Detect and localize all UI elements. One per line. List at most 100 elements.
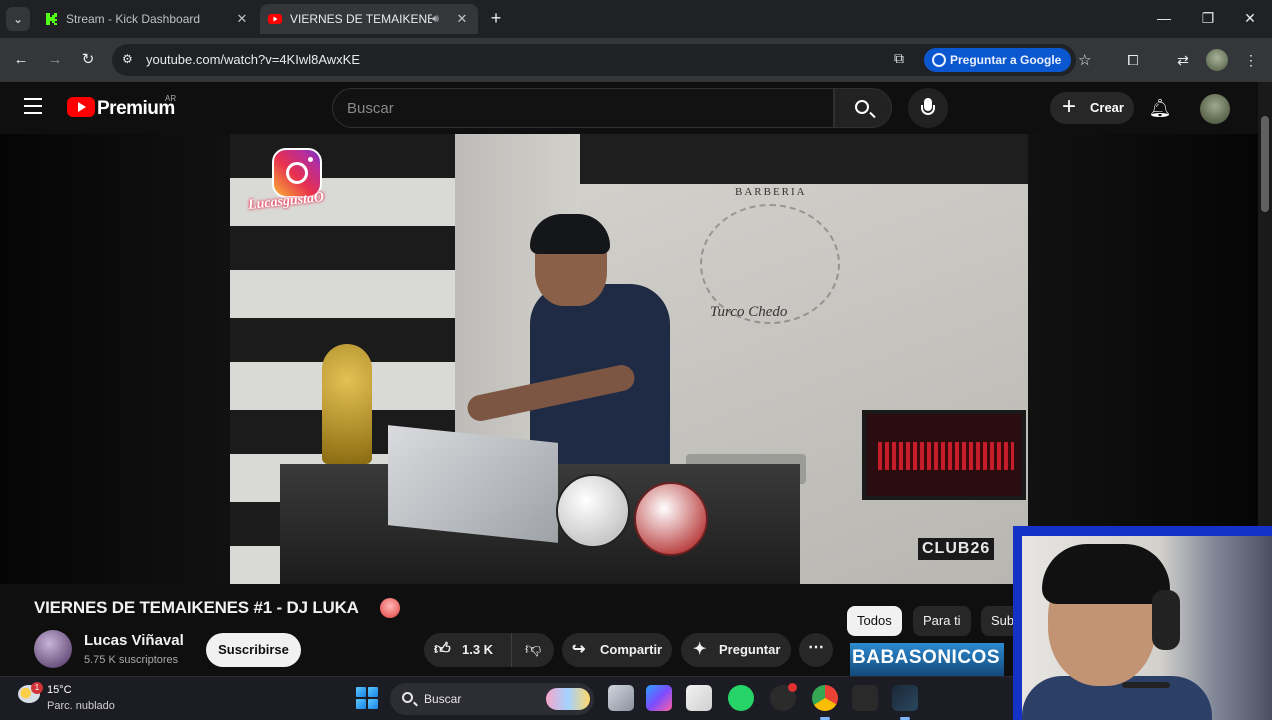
chrome-icon[interactable] bbox=[812, 685, 838, 720]
dislike-button[interactable]: 👎︎ bbox=[512, 633, 554, 667]
recommended-video-thumbnail[interactable]: BABASONICOS bbox=[850, 643, 1004, 676]
notifications-bell-icon[interactable]: 🔔︎ bbox=[1148, 96, 1172, 120]
sparkle-icon: ✦ bbox=[693, 641, 707, 658]
settings-gear-icon[interactable] bbox=[770, 683, 797, 711]
emoji-icon bbox=[380, 598, 400, 618]
region-code: AR bbox=[165, 94, 177, 103]
search-input[interactable] bbox=[347, 98, 817, 118]
close-tab-icon[interactable]: ✕ bbox=[234, 11, 250, 27]
extensions-icon[interactable]: ⧠ bbox=[1122, 49, 1144, 71]
youtube-header: Premium AR + Crear 🔔︎ bbox=[0, 82, 1258, 134]
weather-temperature[interactable]: 15°C bbox=[47, 684, 72, 696]
subscribe-button[interactable]: Suscribirse bbox=[206, 633, 301, 667]
back-button[interactable]: ← bbox=[10, 49, 32, 71]
bookmark-star-icon[interactable]: ☆ bbox=[1078, 51, 1091, 69]
create-button[interactable]: + Crear bbox=[1050, 92, 1134, 124]
wall-sign-text: BARBERIA bbox=[735, 186, 807, 198]
thumbnail-text: BABASONICOS bbox=[852, 647, 1001, 668]
more-actions-button[interactable]: ⋯ bbox=[799, 633, 833, 667]
install-app-icon[interactable]: ⧉ bbox=[894, 50, 904, 67]
ask-button[interactable]: ✦ Preguntar bbox=[681, 633, 791, 667]
task-view-icon[interactable] bbox=[608, 685, 634, 711]
close-tab-icon[interactable]: ✕ bbox=[454, 11, 470, 27]
windows-start-icon[interactable] bbox=[356, 687, 378, 709]
share-label: Compartir bbox=[600, 642, 663, 657]
thumbs-up-icon: 👍︎ bbox=[434, 641, 451, 658]
tab-kick-dashboard[interactable]: Stream - Kick Dashboard ✕ bbox=[36, 4, 258, 34]
like-button[interactable]: 👍︎ 1.3 K bbox=[424, 633, 512, 667]
url-text[interactable]: youtube.com/watch?v=4KIwl8AwxKE bbox=[146, 52, 360, 67]
voice-search-button[interactable] bbox=[908, 88, 948, 128]
recommendation-filters: Todos Para ti Sub bbox=[847, 606, 1015, 636]
browser-menu-icon[interactable]: ⋮ bbox=[1240, 49, 1262, 71]
scrollbar-thumb[interactable] bbox=[1261, 116, 1269, 212]
taskbar-search-label: Buscar bbox=[424, 692, 462, 706]
like-count: 1.3 K bbox=[462, 642, 494, 657]
video-frame[interactable]: BARBERIA Turco Chedo LucasgustaO CLUB26 bbox=[230, 134, 1028, 584]
tab-youtube-video[interactable]: VIERNES DE TEMAIKENES # 🔊︎ ✕ bbox=[260, 4, 478, 34]
video-title: VIERNES DE TEMAIKENES #1 - DJ LUKA bbox=[34, 598, 359, 617]
site-settings-icon[interactable]: ⚙︎ bbox=[122, 52, 138, 68]
plus-icon: + bbox=[1062, 93, 1077, 120]
steam-icon[interactable] bbox=[892, 685, 918, 720]
channel-avatar[interactable] bbox=[34, 630, 72, 668]
screen: ⌄ Stream - Kick Dashboard ✕ VIERNES DE T… bbox=[0, 0, 1272, 720]
speaker-icon[interactable]: 🔊︎ bbox=[432, 13, 448, 26]
weather-description[interactable]: Parc. nublado bbox=[47, 700, 115, 712]
search-box bbox=[332, 88, 834, 128]
ceiling-band bbox=[580, 134, 1028, 184]
snipping-tool-icon[interactable] bbox=[686, 685, 712, 711]
laptop bbox=[388, 425, 558, 543]
ask-google-button[interactable]: Preguntar a Google bbox=[924, 48, 1072, 72]
create-label: Crear bbox=[1090, 100, 1124, 115]
youtube-brand[interactable]: Premium bbox=[97, 98, 175, 120]
forward-button[interactable]: → bbox=[44, 49, 66, 71]
epic-games-icon[interactable] bbox=[852, 685, 878, 711]
tab-title: VIERNES DE TEMAIKENES # bbox=[290, 12, 432, 26]
account-avatar[interactable] bbox=[1200, 94, 1230, 124]
profile-avatar[interactable] bbox=[1206, 49, 1228, 71]
weather-badge: 1 bbox=[31, 682, 43, 694]
translate-icon[interactable]: ⇄ bbox=[1172, 49, 1194, 71]
tab-search-button[interactable]: ⌄ bbox=[6, 7, 30, 31]
search-icon bbox=[402, 692, 413, 703]
browser-tab-strip: ⌄ Stream - Kick Dashboard ✕ VIERNES DE T… bbox=[0, 0, 1272, 38]
chip-all[interactable]: Todos bbox=[847, 606, 902, 636]
close-window-button[interactable]: ✕ bbox=[1238, 8, 1262, 28]
minimize-button[interactable]: — bbox=[1152, 8, 1176, 28]
webcam-overlay bbox=[1013, 526, 1272, 720]
led-sign bbox=[862, 410, 1026, 500]
kick-icon bbox=[44, 12, 58, 26]
share-button[interactable]: ↪ Compartir bbox=[562, 633, 672, 667]
youtube-logo-icon[interactable] bbox=[67, 97, 95, 117]
chip-for-you[interactable]: Para ti bbox=[913, 606, 971, 636]
youtube-icon bbox=[268, 14, 282, 24]
address-bar[interactable]: ⚙︎ youtube.com/watch?v=4KIwl8AwxKE ⧉ Pre… bbox=[112, 44, 1091, 76]
search-button[interactable] bbox=[834, 88, 892, 128]
reload-button[interactable]: ↻ bbox=[77, 49, 99, 71]
video-player[interactable]: BARBERIA Turco Chedo LucasgustaO CLUB26 bbox=[0, 134, 1258, 584]
share-arrow-icon: ↪ bbox=[572, 641, 586, 658]
google-lens-icon bbox=[932, 53, 946, 67]
ask-label: Preguntar bbox=[719, 642, 781, 657]
subscriber-count: 5.75 K suscriptores bbox=[84, 654, 179, 666]
copilot-icon[interactable] bbox=[646, 685, 672, 711]
menu-icon[interactable] bbox=[24, 98, 42, 114]
tab-title: Stream - Kick Dashboard bbox=[66, 12, 201, 26]
browser-toolbar: ← → ↻ ⚙︎ youtube.com/watch?v=4KIwl8AwxKE… bbox=[0, 38, 1272, 82]
chip-subscriptions[interactable]: Sub bbox=[981, 606, 1015, 636]
channel-name[interactable]: Lucas Viñaval bbox=[84, 632, 184, 649]
headset-mic bbox=[1122, 682, 1170, 688]
restore-button[interactable]: ❐ bbox=[1196, 8, 1220, 28]
club-logo: CLUB26 bbox=[918, 538, 995, 560]
trophy bbox=[322, 344, 372, 464]
new-tab-button[interactable]: + bbox=[486, 8, 506, 28]
taskbar-search[interactable]: Buscar bbox=[390, 683, 594, 715]
search-icon bbox=[855, 100, 869, 114]
search-highlight-icon bbox=[546, 688, 590, 710]
streamer-hair bbox=[1042, 544, 1170, 604]
like-dislike-group: 👍︎ 1.3 K 👎︎ bbox=[424, 633, 554, 667]
whatsapp-icon[interactable] bbox=[728, 685, 754, 711]
football bbox=[634, 482, 708, 556]
football bbox=[556, 474, 630, 548]
